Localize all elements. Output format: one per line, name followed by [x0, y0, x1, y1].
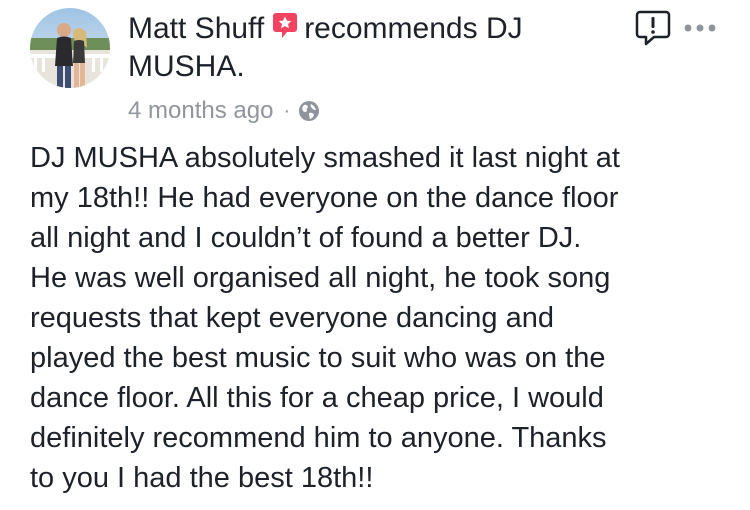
review-text: DJ MUSHA absolutely smashed it last nigh…: [30, 142, 620, 494]
recommendation-star-icon: [272, 12, 298, 40]
report-icon[interactable]: [634, 10, 672, 46]
review-meta: 4 months ago ·: [128, 96, 320, 126]
author-name[interactable]: Matt Shuff: [128, 12, 264, 45]
timestamp[interactable]: 4 months ago: [128, 96, 273, 126]
review-header: Matt Shuff recommends DJ MUSHA.: [128, 10, 618, 86]
more-options-icon[interactable]: [682, 18, 718, 38]
recommends-label: recommends: [304, 12, 478, 45]
avatar[interactable]: [30, 8, 110, 88]
review-card: Matt Shuff recommends DJ MUSHA. 4 months …: [0, 0, 750, 510]
globe-icon: [298, 100, 320, 122]
meta-separator: ·: [283, 100, 291, 122]
